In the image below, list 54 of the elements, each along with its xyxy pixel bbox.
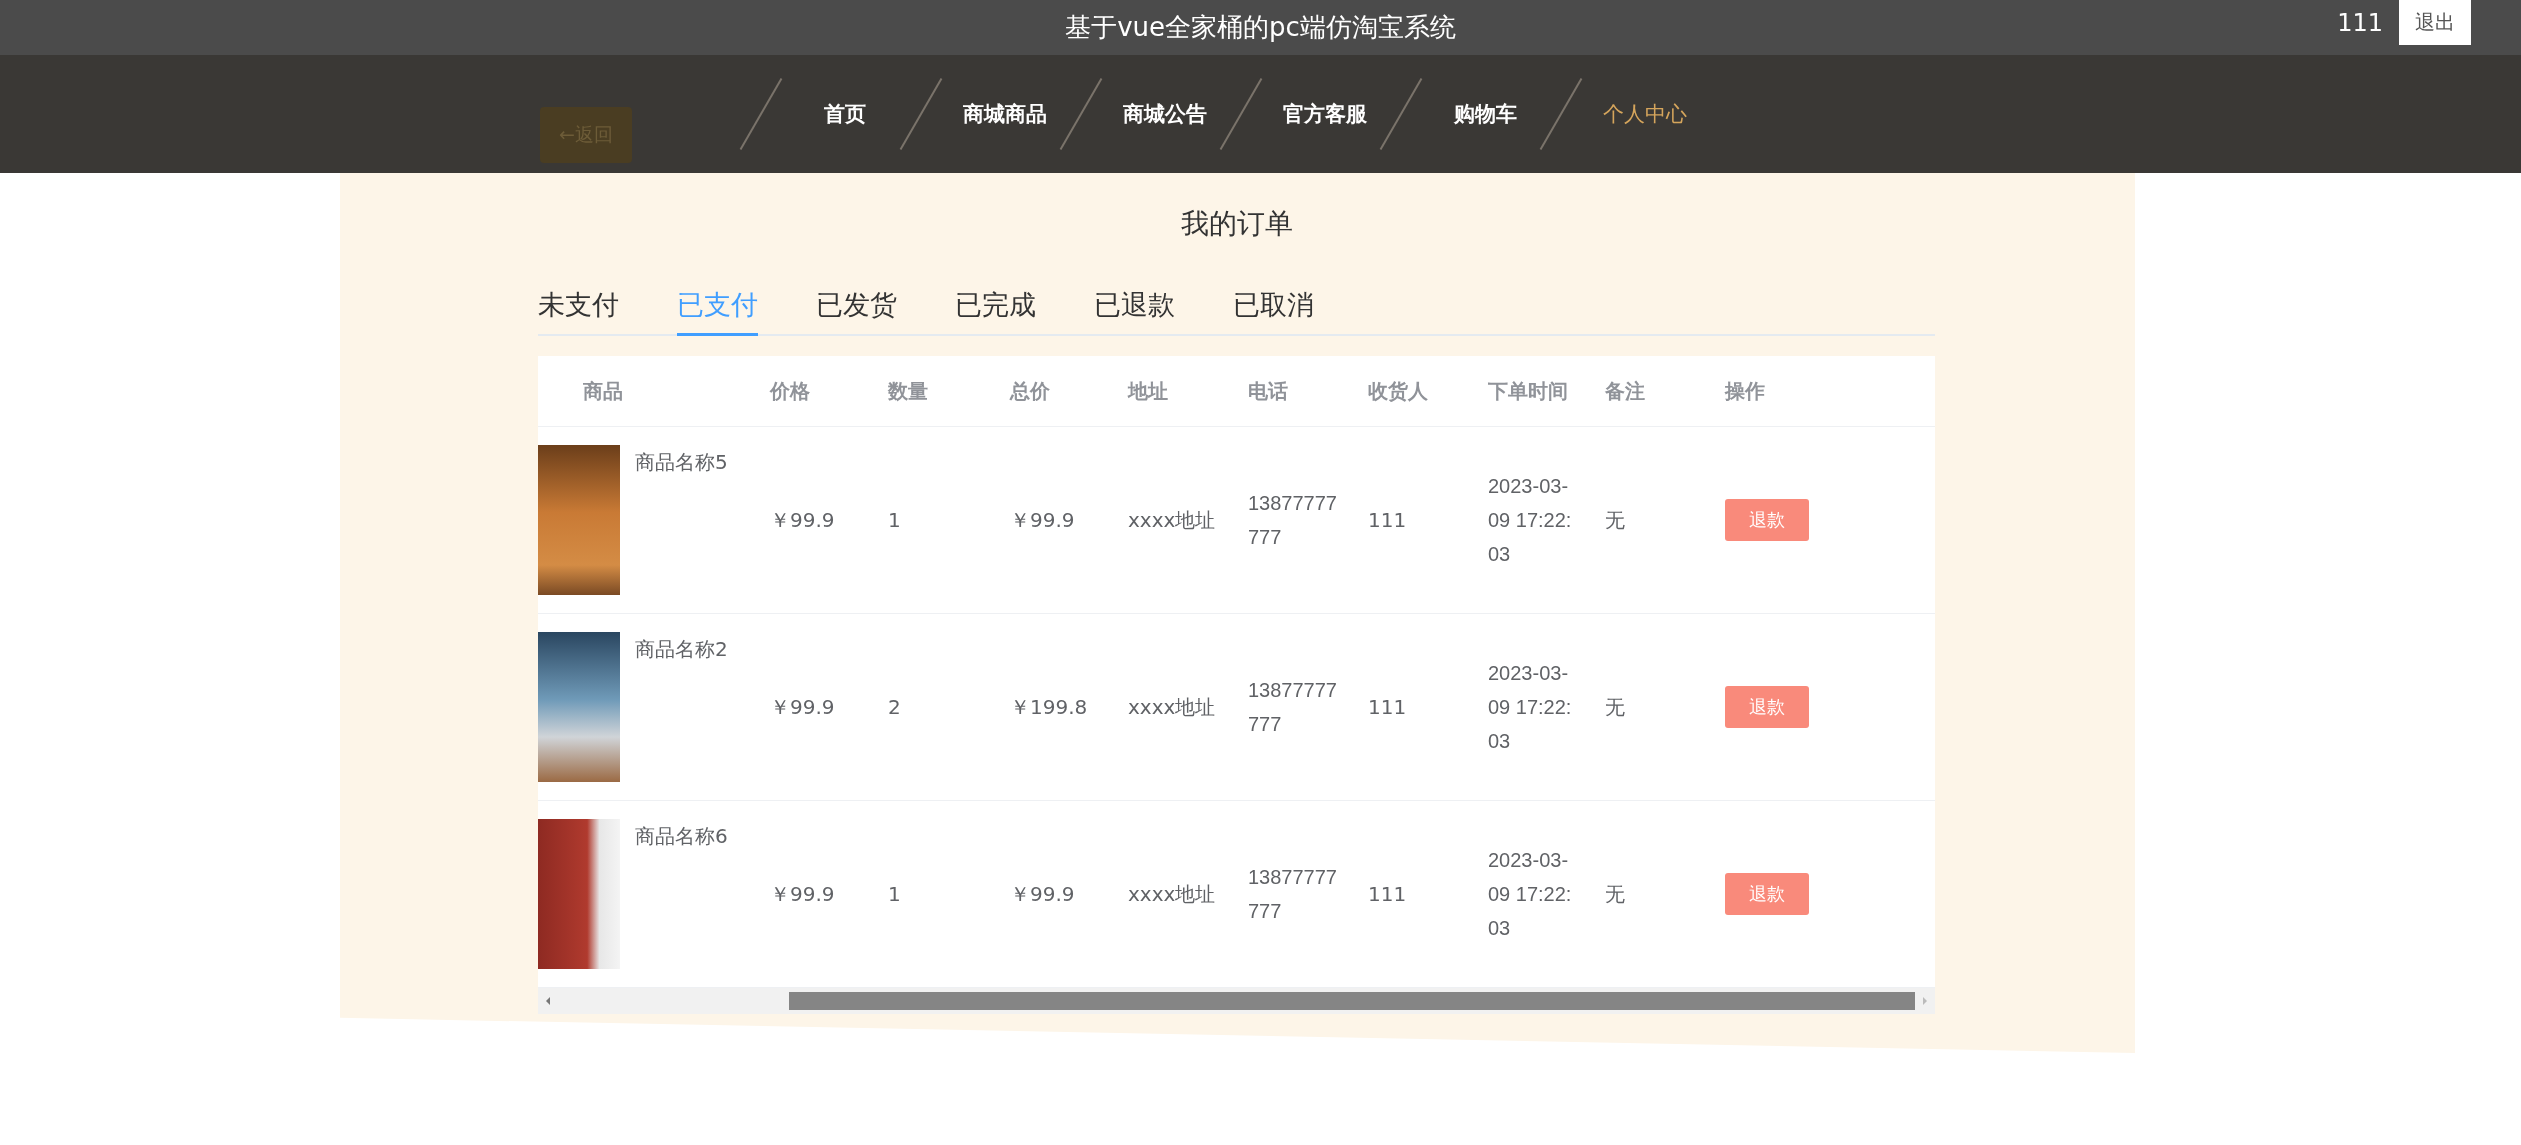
column-header: 电话 xyxy=(1248,378,1288,403)
table-cell: xxxx地址 xyxy=(1128,695,1216,719)
column-header: 备注 xyxy=(1605,378,1645,403)
username: 111 xyxy=(2337,8,2383,37)
table-cell: 111 xyxy=(1368,882,1407,906)
table-cell-text: 13877777777 xyxy=(1248,865,1338,924)
table-cell: 1 xyxy=(888,882,901,906)
nav-link[interactable]: 商城公告 xyxy=(1110,100,1220,128)
scroll-thumb[interactable] xyxy=(788,992,1915,1010)
page-title: 我的订单 xyxy=(1180,207,1293,240)
column-header: 下单时间 xyxy=(1488,378,1568,403)
order-tab[interactable]: 已取消 xyxy=(1233,287,1314,336)
logout-button[interactable]: 退出 xyxy=(2399,0,2471,45)
order-tab[interactable]: 已发货 xyxy=(816,287,897,336)
table-cell-text: 2023-03-09 17:22:03 xyxy=(1488,661,1573,754)
table-cell-text: 2023-03-09 17:22:03 xyxy=(1488,474,1573,567)
table-cell: ￥99.9 xyxy=(1010,882,1075,906)
table-cell: ￥99.9 xyxy=(770,508,835,532)
table-cell: 无 xyxy=(1605,882,1625,906)
order-tab[interactable]: 已完成 xyxy=(955,287,1036,336)
table-cell: ￥99.9 xyxy=(770,695,835,719)
product-name: 商品名称6 xyxy=(635,823,728,850)
table-cell-text: 13877777777 xyxy=(1248,491,1338,550)
order-tab[interactable]: 未支付 xyxy=(538,287,619,336)
column-header: 地址 xyxy=(1128,378,1168,403)
column-header: 收货人 xyxy=(1368,378,1428,403)
horizontal-scrollbar[interactable] xyxy=(538,988,1935,1014)
column-header: 总价 xyxy=(1010,378,1050,403)
nav-link[interactable]: 个人中心 xyxy=(1590,100,1700,128)
table-cell: ￥99.9 xyxy=(1010,508,1075,532)
column-header: 商品 xyxy=(583,378,623,403)
table-cell: 1 xyxy=(888,508,901,532)
table-cell: xxxx地址 xyxy=(1128,508,1216,532)
table-cell: 111 xyxy=(1368,508,1407,532)
table-cell-text: 2023-03-09 17:22:03 xyxy=(1488,848,1573,941)
order-tab[interactable]: 已退款 xyxy=(1094,287,1175,336)
column-header: 数量 xyxy=(888,378,928,403)
table-cell: 无 xyxy=(1605,508,1625,532)
column-header: 操作 xyxy=(1725,378,1765,403)
table-cell: 2 xyxy=(888,695,901,719)
nav-link[interactable]: 购物车 xyxy=(1430,100,1540,128)
table-cell: xxxx地址 xyxy=(1128,882,1216,906)
table-cell-text: 13877777777 xyxy=(1248,678,1338,737)
table-cell: ￥99.9 xyxy=(770,882,835,906)
table-cell: 111 xyxy=(1368,695,1407,719)
nav-link[interactable]: 官方客服 xyxy=(1270,100,1380,128)
column-header: 价格 xyxy=(770,378,810,403)
nav-link[interactable]: 首页 xyxy=(790,100,900,128)
table-cell: ￥199.8 xyxy=(1010,695,1088,719)
nav-link[interactable]: 商城商品 xyxy=(950,100,1060,128)
product-name: 商品名称5 xyxy=(635,449,728,476)
site-title: 基于vue全家桶的pc端仿淘宝系统 xyxy=(1065,11,1456,44)
table-cell: 无 xyxy=(1605,695,1625,719)
product-name: 商品名称2 xyxy=(635,636,728,663)
